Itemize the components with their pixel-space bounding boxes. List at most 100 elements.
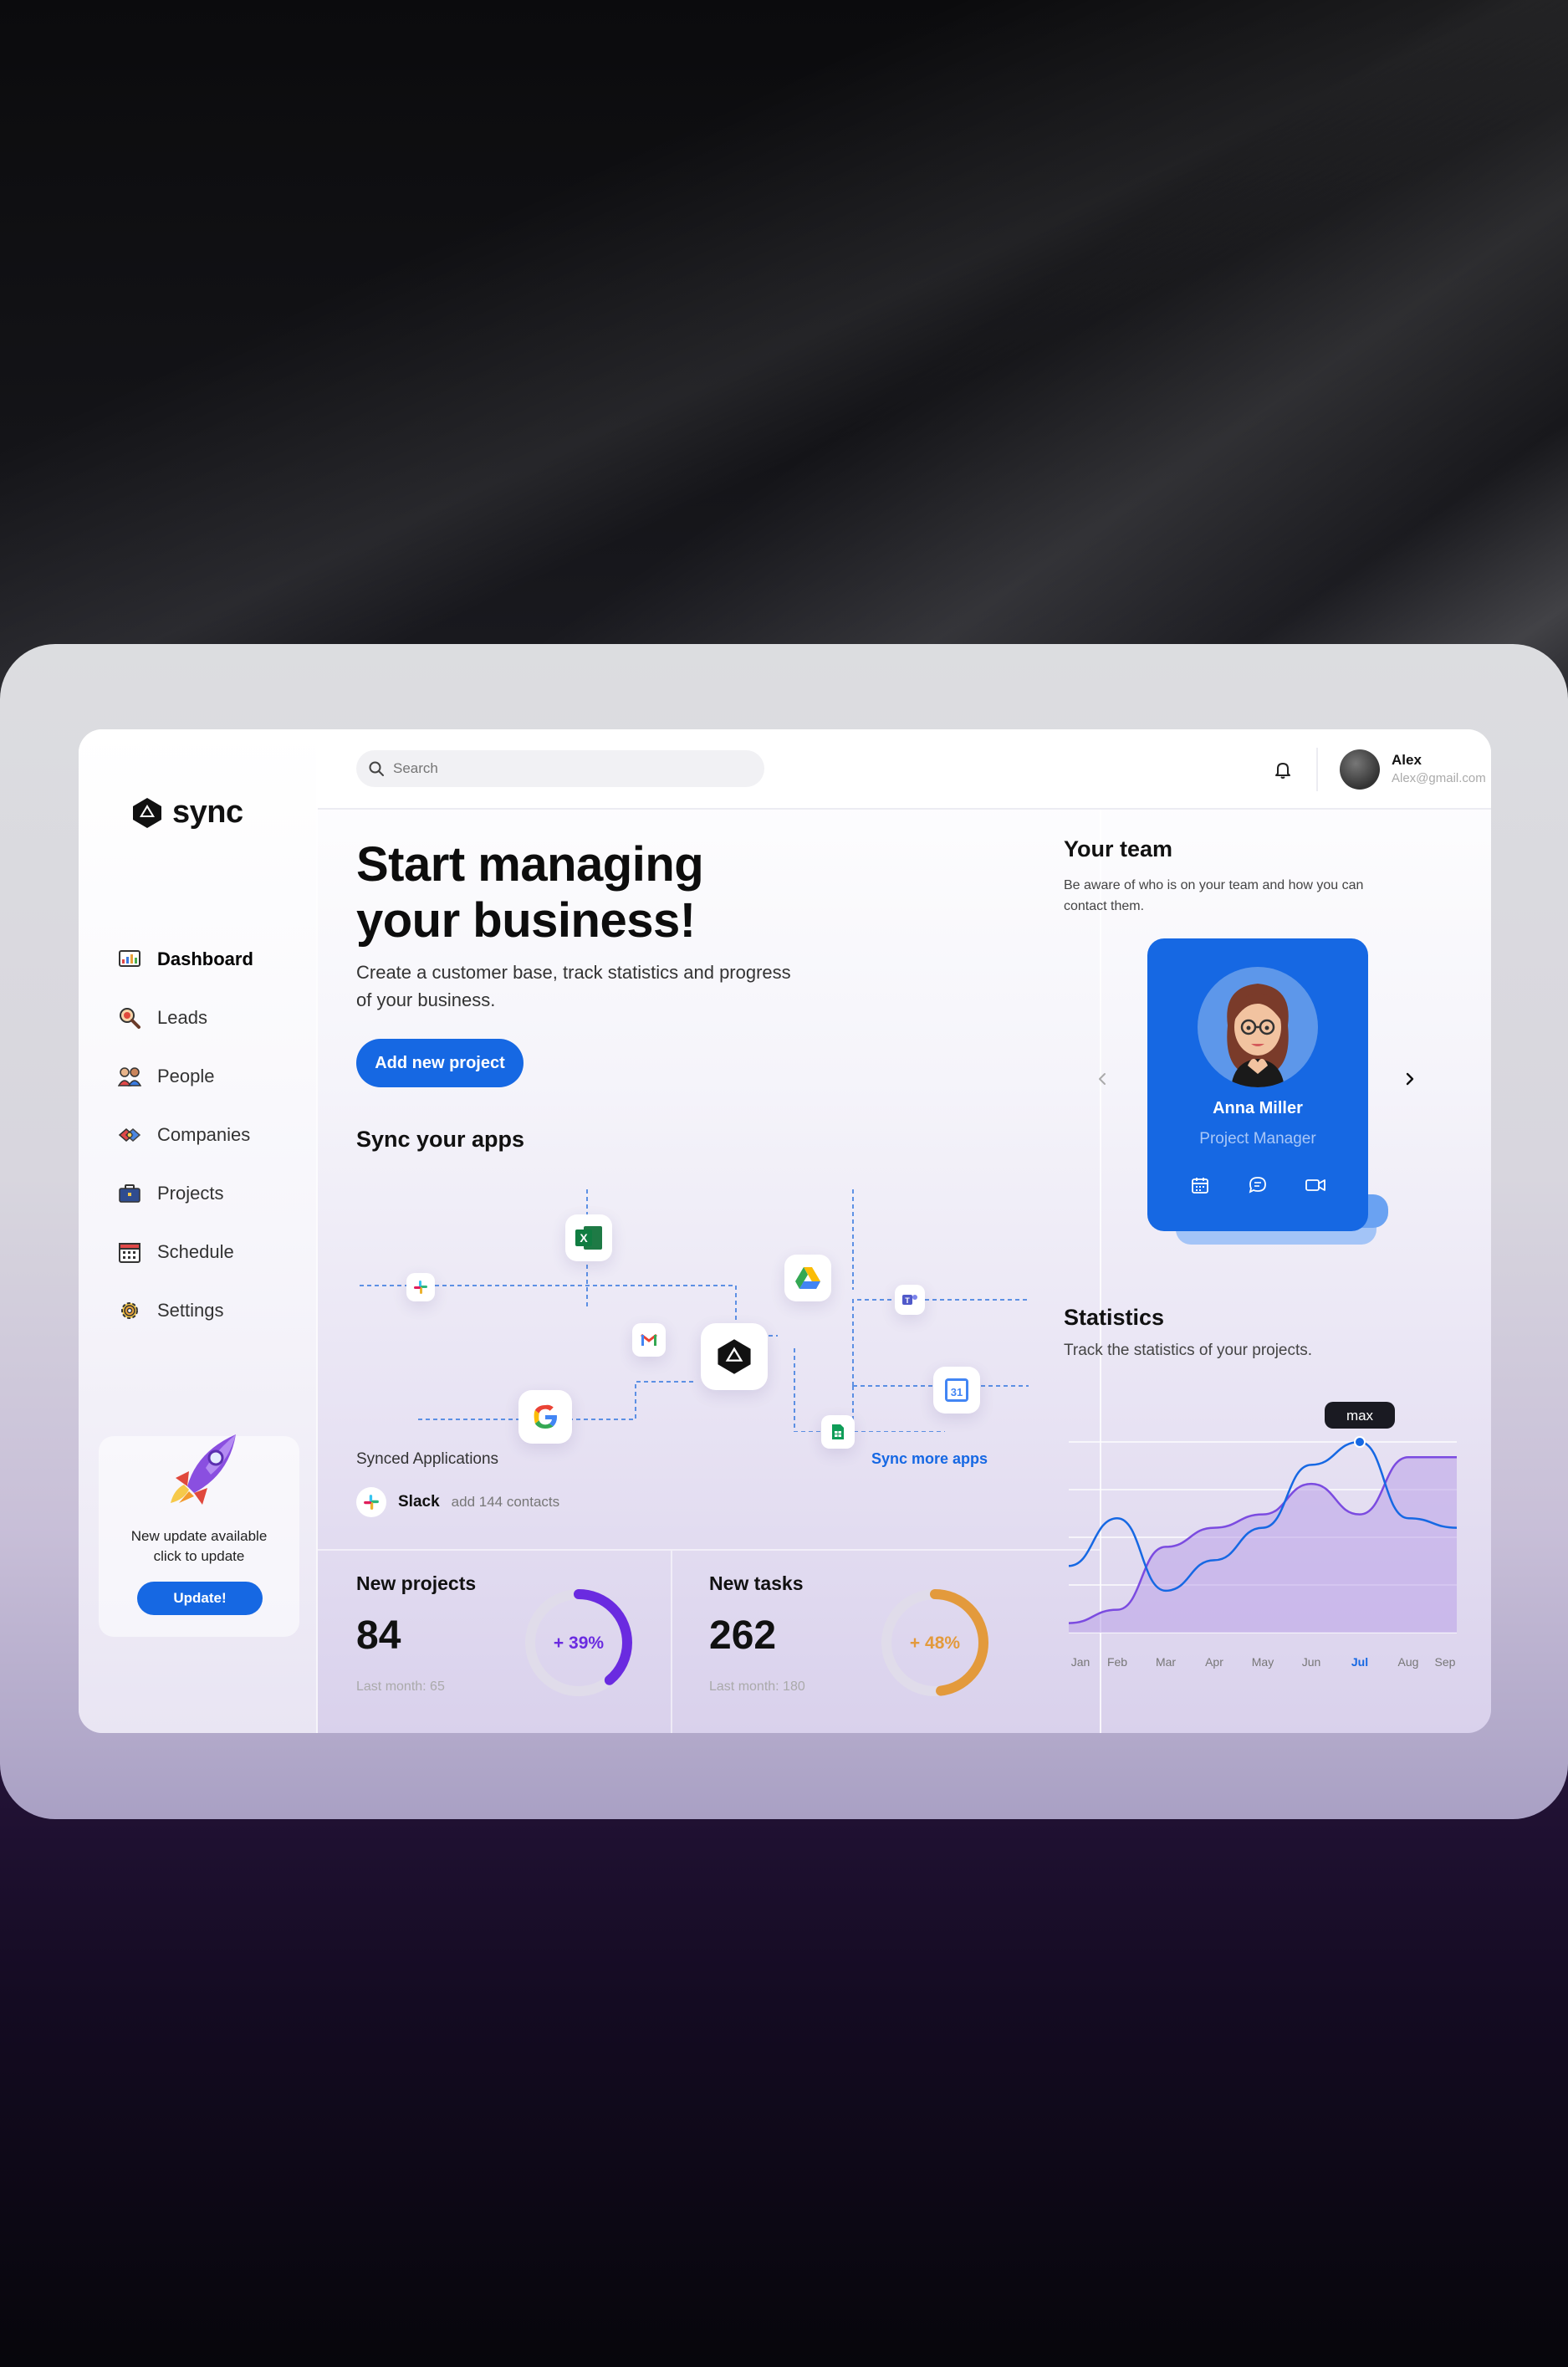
chevron-right-icon[interactable] <box>1400 1069 1420 1089</box>
video-call-icon[interactable] <box>1303 1173 1328 1198</box>
stats-divider-vertical <box>671 1551 672 1733</box>
member-role: Project Manager <box>1199 1130 1316 1148</box>
logo[interactable]: sync <box>130 795 243 831</box>
user-avatar[interactable] <box>1340 749 1380 790</box>
top-bar: Alex Alex@gmail.com <box>318 729 1491 810</box>
chevron-left-icon[interactable] <box>1092 1069 1112 1089</box>
team-title: Your team <box>1064 836 1173 861</box>
page-title: Start managing your business! <box>356 836 825 948</box>
notification-bell-icon[interactable] <box>1266 753 1300 786</box>
stats-divider <box>318 1549 1100 1551</box>
new-projects-change: + 39% <box>554 1633 604 1653</box>
update-line2: click to update <box>153 1548 245 1564</box>
synced-app-row[interactable]: Slack add 144 contacts <box>356 1487 559 1517</box>
user-email: Alex@gmail.com <box>1392 771 1486 785</box>
update-button[interactable]: Update! <box>137 1582 263 1615</box>
new-projects-progress-ring: + 39% <box>525 1589 632 1696</box>
team-member-card[interactable]: Anna Miller Project Manager <box>1147 938 1368 1231</box>
team-subtitle: Be aware of who is on your team and how … <box>1064 878 1364 913</box>
sidebar-item-label: Schedule <box>157 1241 234 1262</box>
sidebar-item-dashboard[interactable]: Dashboard <box>117 930 301 989</box>
briefcase-icon <box>117 1181 142 1206</box>
x-tick-label: Feb <box>1107 1655 1127 1669</box>
google-calendar-icon[interactable]: 31 <box>933 1367 980 1414</box>
sidebar-item-settings[interactable]: Settings <box>117 1281 301 1340</box>
new-tasks-title: New tasks <box>709 1572 804 1594</box>
dashboard-window: sync Dashboard Leads People Companies Pr… <box>79 729 1491 1733</box>
teams-icon[interactable]: T <box>895 1285 925 1315</box>
sidebar-item-leads[interactable]: Leads <box>117 989 301 1047</box>
max-tooltip-label: max <box>1346 1408 1374 1424</box>
sync-apps-title: Sync your apps <box>356 1127 525 1152</box>
page-subtitle: Create a customer base, track statistics… <box>356 962 791 1010</box>
x-tick-label: Jan <box>1071 1655 1090 1669</box>
logo-text: sync <box>172 795 243 830</box>
topbar-divider <box>1316 748 1318 791</box>
new-projects-last-month: Last month: 65 <box>356 1679 445 1694</box>
sync-more-apps-link[interactable]: Sync more apps <box>871 1450 988 1468</box>
update-message: New update available click to update <box>99 1526 299 1567</box>
add-new-project-button[interactable]: Add new project <box>356 1039 524 1087</box>
x-tick-label: Mar <box>1156 1655 1176 1669</box>
sync-logo-icon <box>133 797 161 828</box>
new-tasks-last-month: Last month: 180 <box>709 1679 805 1694</box>
sidebar-item-label: People <box>157 1066 215 1086</box>
background-top <box>0 0 1568 753</box>
title-line1: Start managing <box>356 837 704 892</box>
member-name: Anna Miller <box>1213 1099 1303 1117</box>
new-projects-value: 84 <box>356 1613 401 1658</box>
sidebar-item-people[interactable]: People <box>117 1047 301 1106</box>
new-tasks-value: 262 <box>709 1613 777 1658</box>
max-point[interactable] <box>1354 1436 1366 1448</box>
x-tick-label: Sep <box>1435 1655 1456 1669</box>
sidebar-item-label: Dashboard <box>157 948 253 969</box>
synced-app-detail: add 144 contacts <box>451 1494 560 1510</box>
x-tick-label: Jul <box>1351 1655 1368 1669</box>
statistics-title: Statistics <box>1064 1305 1165 1330</box>
sidebar-item-companies[interactable]: Companies <box>117 1106 301 1164</box>
google-drive-icon[interactable] <box>784 1255 831 1301</box>
background-bottom <box>0 1756 1568 2367</box>
slack-icon <box>356 1487 386 1517</box>
new-tasks-change: + 48% <box>910 1633 960 1653</box>
calendar-day: 31 <box>951 1386 963 1398</box>
google-icon[interactable] <box>518 1390 572 1444</box>
calendar-icon <box>117 1240 142 1265</box>
sidebar-item-projects[interactable]: Projects <box>117 1164 301 1223</box>
excel-icon[interactable]: X <box>565 1214 612 1261</box>
x-tick-label: Apr <box>1205 1655 1223 1669</box>
sidebar-nav: Dashboard Leads People Companies Project… <box>117 930 301 1340</box>
gear-icon <box>117 1298 142 1323</box>
user-name: Alex <box>1392 752 1422 768</box>
sidebar: sync Dashboard Leads People Companies Pr… <box>79 729 318 1733</box>
slack-icon[interactable] <box>406 1273 435 1301</box>
sync-diagram: X T 31 <box>360 1181 1054 1449</box>
gmail-icon[interactable] <box>632 1323 666 1357</box>
new-projects-title: New projects <box>356 1572 477 1594</box>
x-tick-label: Jun <box>1302 1655 1321 1669</box>
title-line2: your business! <box>356 893 696 948</box>
rocket-icon <box>171 1434 236 1505</box>
svg-text:X: X <box>580 1231 588 1245</box>
sidebar-item-label: Companies <box>157 1124 251 1145</box>
calendar-icon[interactable] <box>1187 1173 1213 1198</box>
update-line1: New update available <box>130 1528 268 1544</box>
sidebar-item-label: Settings <box>157 1300 224 1321</box>
synced-app-name: Slack <box>398 1493 440 1511</box>
new-tasks-progress-ring: + 48% <box>881 1589 988 1696</box>
avatar <box>1198 967 1318 1087</box>
companies-icon <box>117 1122 142 1148</box>
sidebar-item-label: Projects <box>157 1183 224 1204</box>
google-sheets-icon[interactable] <box>821 1415 855 1449</box>
x-tick-label: May <box>1252 1655 1274 1669</box>
statistics-chart: max Jan Feb Mar Apr May Jun Jul Aug Sep <box>1068 1402 1458 1669</box>
synced-applications-label: Synced Applications <box>356 1450 499 1468</box>
magnifier-icon <box>117 1005 142 1030</box>
sync-hub-icon[interactable] <box>701 1323 768 1390</box>
chat-icon[interactable] <box>1245 1173 1270 1198</box>
dashboard-icon <box>117 947 142 972</box>
sidebar-item-schedule[interactable]: Schedule <box>117 1223 301 1281</box>
search-input[interactable] <box>393 760 728 777</box>
card-actions <box>1187 1173 1328 1198</box>
search-bar[interactable] <box>356 750 764 787</box>
